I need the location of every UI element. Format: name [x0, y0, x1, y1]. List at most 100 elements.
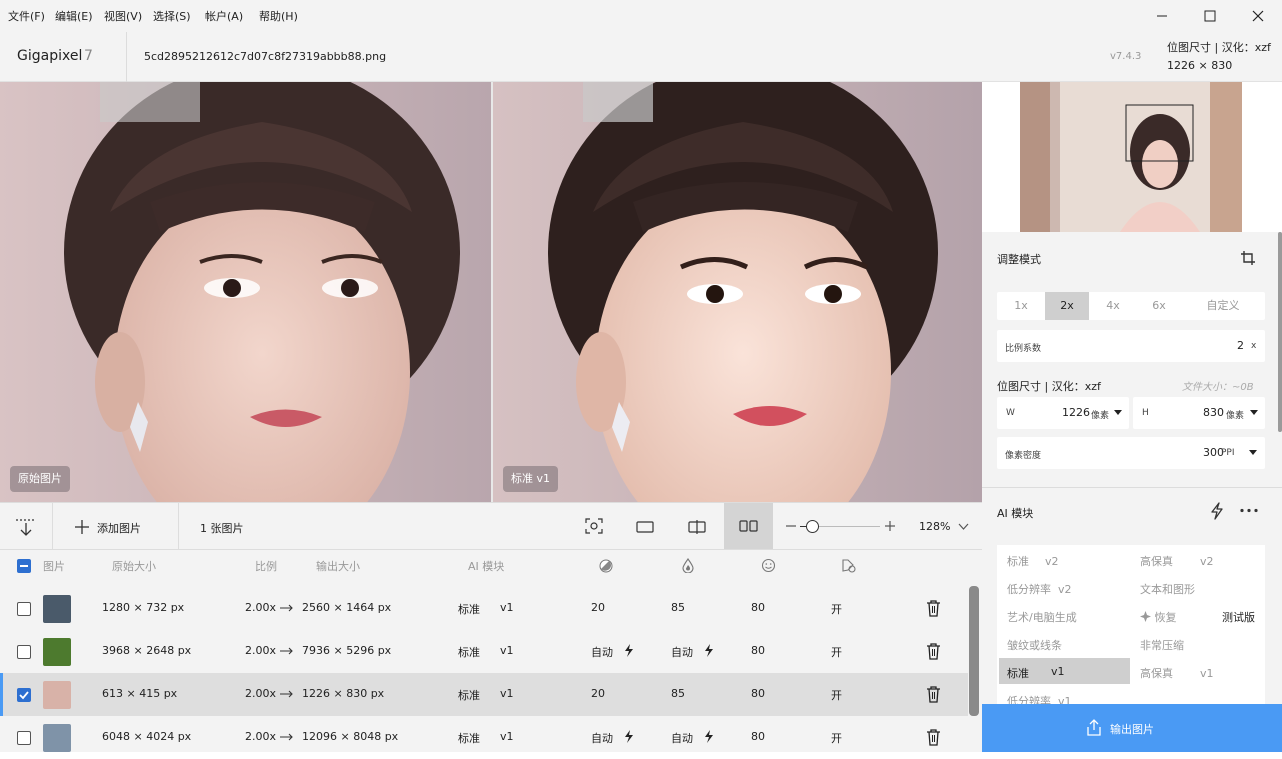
table-row[interactable]: 613 × 415 px 2.00x 1226 × 830 px 标准 v1 20 85 80… — [0, 673, 968, 716]
more-icon[interactable] — [1240, 508, 1258, 513]
menu-help[interactable]: 帮助(H) — [259, 8, 298, 24]
lightning-icon[interactable] — [1209, 502, 1225, 520]
maximize-button[interactable] — [1186, 0, 1234, 32]
density-unit: PPI — [1221, 448, 1235, 458]
row-color[interactable]: 开 — [831, 687, 842, 703]
lightning-icon — [705, 644, 713, 657]
row-blur[interactable]: 自动 — [671, 644, 713, 660]
ai-model-art-cg[interactable]: 艺术/电脑生成 — [1007, 609, 1077, 625]
width-unit: 像素 — [1091, 411, 1110, 421]
header-original-size[interactable]: 原始大小 — [112, 558, 156, 574]
height-field[interactable]: H 830 像素 — [1133, 397, 1265, 429]
scale-factor-field[interactable]: 比例系数 2 x — [997, 330, 1265, 362]
ai-model-text-graphics[interactable]: 文本和图形 — [1140, 581, 1195, 597]
menu-select[interactable]: 选择(S) — [153, 8, 191, 24]
export-button[interactable]: 输出图片 — [982, 704, 1282, 752]
ai-model-recovery[interactable]: 恢复 测试版 — [1140, 609, 1265, 625]
header-scale[interactable]: 比例 — [255, 558, 277, 574]
row-checkbox[interactable] — [17, 645, 31, 659]
toolbar: 添加图片 1 张图片 128% — [0, 502, 982, 550]
close-button[interactable] — [1234, 0, 1282, 32]
export-label: 输出图片 — [1110, 723, 1154, 736]
section-divider — [982, 487, 1282, 488]
trash-icon[interactable] — [926, 686, 941, 703]
row-face[interactable]: 80 — [751, 601, 765, 614]
zoom-in-icon[interactable] — [885, 521, 895, 531]
row-ai-version: v1 — [500, 687, 514, 700]
processed-image-panel[interactable]: 标准 v1 — [493, 82, 982, 502]
header-image[interactable]: 图片 — [43, 558, 65, 574]
select-all-checkbox[interactable] — [17, 559, 31, 573]
menu-account[interactable]: 帐户(A) — [205, 8, 243, 24]
lightning-icon — [705, 730, 713, 743]
processed-image — [493, 82, 982, 502]
arrow-right-icon — [280, 604, 293, 612]
import-icon[interactable] — [16, 517, 36, 537]
ai-model-hifi-v2[interactable]: 高保真 v2 — [1140, 553, 1214, 569]
row-checkbox[interactable] — [17, 731, 31, 745]
trash-icon[interactable] — [926, 600, 941, 617]
row-blur[interactable]: 自动 — [671, 730, 713, 746]
zoom-out-icon[interactable] — [786, 525, 796, 527]
scale-2x[interactable]: 2x — [1045, 292, 1089, 320]
header-ai-model[interactable]: AI 模块 — [468, 558, 504, 574]
menu-edit[interactable]: 编辑(E) — [55, 8, 93, 24]
menu-view[interactable]: 视图(V) — [104, 8, 142, 24]
crop-icon[interactable] — [1240, 250, 1256, 266]
row-blur[interactable]: 85 — [671, 601, 685, 614]
sparkle-icon — [1140, 611, 1151, 622]
row-color[interactable]: 开 — [831, 730, 842, 746]
row-color[interactable]: 开 — [831, 644, 842, 660]
original-image-panel[interactable]: 原始图片 — [0, 82, 491, 502]
row-checkbox[interactable] — [17, 602, 31, 616]
zoom-slider-handle[interactable] — [806, 520, 819, 533]
table-row[interactable]: 3968 × 2648 px 2.00x 7936 × 5296 px 标准 v1 自动 自… — [0, 630, 968, 673]
minimize-button[interactable] — [1138, 0, 1186, 32]
row-face[interactable]: 80 — [751, 644, 765, 657]
navigator-preview[interactable] — [1020, 82, 1242, 232]
row-blur[interactable]: 85 — [671, 687, 685, 700]
row-noise[interactable]: 自动 — [591, 730, 633, 746]
settings-scrollbar[interactable] — [1278, 232, 1282, 432]
row-color[interactable]: 开 — [831, 601, 842, 617]
scale-4x[interactable]: 4x — [1089, 292, 1137, 320]
row-ai-model: 标准 — [458, 646, 480, 659]
ai-model-lowres-v2[interactable]: 低分辨率 v2 — [1007, 581, 1072, 597]
split-view-icon[interactable] — [688, 520, 706, 534]
scale-6x[interactable]: 6x — [1137, 292, 1181, 320]
menu-file[interactable]: 文件(F) — [8, 8, 45, 24]
screenshot-icon[interactable] — [585, 518, 603, 534]
table-scrollbar[interactable] — [969, 586, 979, 716]
menu-bar: 文件(F) 编辑(E) 视图(V) 选择(S) 帐户(A) 帮助(H) — [0, 0, 1282, 32]
single-view-icon[interactable] — [636, 521, 654, 533]
width-field[interactable]: W 1226 像素 — [997, 397, 1129, 429]
header-output-size[interactable]: 输出大小 — [316, 558, 360, 574]
height-unit: 像素 — [1226, 411, 1245, 421]
row-scale: 2.00x — [245, 730, 277, 743]
ai-model-hifi-v1[interactable]: 高保真 v1 — [1140, 665, 1214, 681]
row-face[interactable]: 80 — [751, 730, 765, 743]
table-row[interactable]: 6048 × 4024 px 2.00x 12096 × 8048 px 标准 v1 自动… — [0, 716, 968, 759]
minimize-icon — [1157, 15, 1167, 17]
ai-model-standard-v2[interactable]: 标准 v2 — [1007, 553, 1059, 569]
side-by-side-button[interactable] — [724, 503, 773, 549]
ai-model-wrinkles[interactable]: 皱纹或线条 — [1007, 637, 1062, 653]
row-ai-model: 标准 — [458, 689, 480, 702]
scale-custom[interactable]: 自定义 — [1181, 292, 1265, 320]
scale-1x[interactable]: 1x — [997, 292, 1045, 320]
lightning-icon — [625, 730, 633, 743]
trash-icon[interactable] — [926, 643, 941, 660]
table-row[interactable]: 1280 × 732 px 2.00x 2560 × 1464 px 标准 v1 20 85… — [0, 587, 968, 630]
ai-model-high-compression[interactable]: 非常压缩 — [1140, 637, 1184, 653]
chevron-down-icon[interactable] — [958, 523, 969, 530]
ai-model-standard-v1-selected[interactable]: 标准 v1 — [999, 658, 1130, 684]
row-checkbox[interactable] — [17, 688, 31, 702]
row-thumbnail — [43, 595, 71, 623]
density-field[interactable]: 像素密度 300 PPI — [997, 437, 1265, 469]
row-face[interactable]: 80 — [751, 687, 765, 700]
row-noise[interactable]: 20 — [591, 601, 605, 614]
row-noise[interactable]: 自动 — [591, 644, 633, 660]
row-ai-version: v1 — [500, 730, 514, 743]
row-noise[interactable]: 20 — [591, 687, 605, 700]
trash-icon[interactable] — [926, 729, 941, 746]
